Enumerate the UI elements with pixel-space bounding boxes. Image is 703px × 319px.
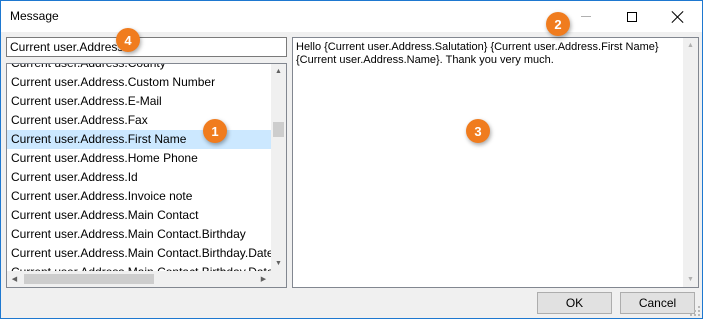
scroll-down-arrow-icon[interactable]: ▼ [683, 272, 698, 287]
resize-grip-icon[interactable] [690, 306, 700, 316]
minimize-button[interactable] [563, 1, 609, 32]
scroll-down-arrow-icon[interactable]: ▼ [271, 256, 286, 271]
list-item[interactable]: Current user.Address.Main Contact.Birthd… [7, 244, 271, 263]
close-icon [672, 11, 684, 23]
list-item[interactable]: Current user.Address.First Name [7, 130, 271, 149]
scroll-up-arrow-icon[interactable]: ▲ [271, 64, 286, 79]
search-input[interactable] [6, 37, 287, 57]
callout-badge-2: 2 [546, 12, 570, 36]
list-vertical-scrollbar[interactable]: ▲ ▼ [271, 64, 286, 271]
message-textarea[interactable]: Hello {Current user.Address.Salutation} … [292, 37, 699, 288]
cancel-button[interactable]: Cancel [620, 292, 695, 314]
maximize-button[interactable] [609, 1, 655, 32]
list-item[interactable]: Current user.Address.Main Contact.Birthd… [7, 225, 271, 244]
message-vertical-scrollbar[interactable]: ▲ ▼ [683, 38, 698, 287]
list-item[interactable]: Current user.Address.County [7, 64, 271, 73]
list-item[interactable]: Current user.Address.Id [7, 168, 271, 187]
scroll-thumb[interactable] [273, 122, 284, 137]
message-text: Hello {Current user.Address.Salutation} … [296, 41, 680, 67]
list-horizontal-scrollbar[interactable]: ◀ ▶ [7, 271, 271, 287]
list-item[interactable]: Current user.Address.Home Phone [7, 149, 271, 168]
message-line-1: Hello {Current user.Address.Salutation} … [296, 41, 659, 53]
list-item[interactable]: Current user.Address.E-Mail [7, 92, 271, 111]
callout-badge-1: 1 [203, 119, 227, 143]
scroll-up-arrow-icon[interactable]: ▲ [683, 38, 698, 53]
ok-button[interactable]: OK [537, 292, 612, 314]
list-item[interactable]: Current user.Address.Main Contact [7, 206, 271, 225]
close-button[interactable] [655, 1, 701, 32]
list-item[interactable]: Current user.Address.Custom Number [7, 73, 271, 92]
maximize-icon [627, 11, 637, 22]
message-line-2: {Current user.Address.Name}. Thank you v… [296, 54, 554, 66]
title-bar: Message [1, 1, 702, 32]
field-list-items: Current user.Address.County Current user.… [7, 64, 271, 282]
callout-badge-4: 4 [116, 28, 140, 52]
list-item[interactable]: Current user.Address.Fax [7, 111, 271, 130]
field-list[interactable]: Current user.Address.County Current user.… [6, 63, 287, 288]
scroll-right-arrow-icon[interactable]: ▶ [256, 271, 271, 287]
list-item[interactable]: Current user.Address.Invoice note [7, 187, 271, 206]
scroll-left-arrow-icon[interactable]: ◀ [7, 271, 22, 287]
callout-badge-3: 3 [466, 119, 490, 143]
minimize-icon [581, 16, 591, 17]
window-title: Message [10, 9, 59, 23]
message-dialog: Message Current user.Address.CountyCurre… [0, 0, 703, 319]
horizontal-scroll-thumb[interactable] [24, 274, 154, 284]
scroll-corner [271, 271, 286, 287]
